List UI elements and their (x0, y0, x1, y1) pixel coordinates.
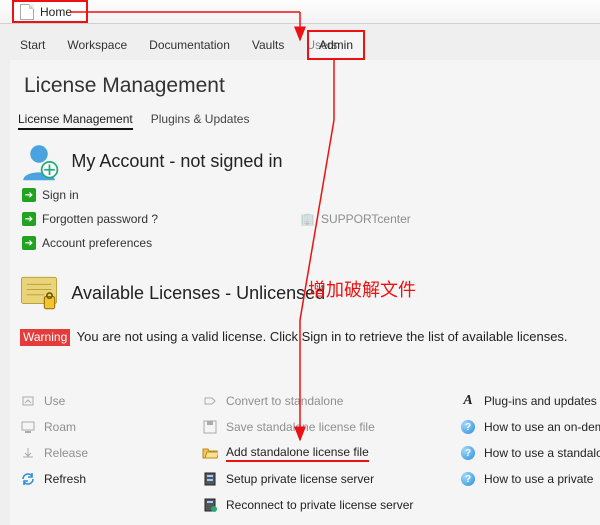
actions-column-right: A Plug-ins and updates ? How to use an o… (460, 392, 600, 488)
convert-standalone-action: Convert to standalone (202, 392, 452, 410)
annotation-text: 增加破解文件 (308, 276, 416, 302)
help-private-label: How to use a private (484, 472, 593, 486)
actions-column-left: Use Roam Release Refresh (20, 392, 195, 488)
reconnect-private-server-action[interactable]: Reconnect to private license server (202, 496, 452, 514)
account-title: My Account - not signed in (71, 151, 282, 172)
server-icon (202, 471, 218, 487)
support-center-label: SUPPORTcenter (321, 212, 411, 226)
help-standalone-label: How to use a standalo (484, 446, 600, 460)
building-icon: 🏢 (300, 212, 315, 226)
help-icon: ? (460, 445, 476, 461)
server-reconnect-icon (202, 497, 218, 513)
main-nav: Start Workspace Documentation Vaults Use… (20, 38, 338, 52)
refresh-action[interactable]: Refresh (20, 470, 195, 488)
content-area: License Management License Management Pl… (10, 60, 600, 525)
sign-in-label: Sign in (42, 188, 79, 202)
convert-icon (202, 393, 218, 409)
plugins-updates-label: Plug-ins and updates (484, 394, 597, 408)
help-ondemand-action[interactable]: ? How to use an on-dem (460, 418, 600, 436)
roam-action: Roam (20, 418, 195, 436)
actions-column-middle: Convert to standalone Save standalone li… (202, 392, 452, 514)
folder-open-icon (202, 445, 218, 461)
use-action: Use (20, 392, 195, 410)
add-standalone-action[interactable]: Add standalone license file (202, 444, 452, 462)
warning-badge: Warning (20, 329, 70, 346)
license-warning-text: You are not using a valid license. Click… (77, 329, 568, 344)
plugins-icon: A (460, 393, 476, 409)
nav-start[interactable]: Start (20, 38, 45, 52)
save-standalone-label: Save standalone license file (226, 420, 375, 434)
tab-home-label: Home (40, 5, 72, 19)
use-label: Use (44, 394, 65, 408)
nav-workspace[interactable]: Workspace (67, 38, 127, 52)
setup-private-server-label: Setup private license server (226, 472, 374, 486)
sign-in-link[interactable]: ➔ Sign in (22, 188, 79, 202)
certificate-icon (18, 272, 60, 314)
release-icon (20, 445, 36, 461)
forgotten-password-label: Forgotten password ? (42, 212, 158, 226)
user-icon (18, 140, 60, 182)
disk-icon (202, 419, 218, 435)
roam-label: Roam (44, 420, 76, 434)
help-standalone-action[interactable]: ? How to use a standalo (460, 444, 600, 462)
help-private-action[interactable]: ? How to use a private (460, 470, 600, 488)
account-preferences-link[interactable]: ➔ Account preferences (22, 236, 152, 250)
save-standalone-action: Save standalone license file (202, 418, 452, 436)
add-standalone-label: Add standalone license file (226, 445, 369, 462)
arrow-right-icon: ➔ (22, 188, 36, 202)
nav-documentation[interactable]: Documentation (149, 38, 230, 52)
nav-vaults[interactable]: Vaults (252, 38, 284, 52)
release-label: Release (44, 446, 88, 460)
help-ondemand-label: How to use an on-dem (484, 420, 600, 434)
account-section: My Account - not signed in (18, 140, 282, 182)
convert-standalone-label: Convert to standalone (226, 394, 343, 408)
arrow-right-icon: ➔ (22, 212, 36, 226)
reconnect-private-server-label: Reconnect to private license server (226, 498, 413, 512)
roam-icon (20, 419, 36, 435)
plugins-updates-action[interactable]: A Plug-ins and updates (460, 392, 600, 410)
setup-private-server-action[interactable]: Setup private license server (202, 470, 452, 488)
help-icon: ? (460, 471, 476, 487)
support-center-link[interactable]: 🏢 SUPPORTcenter (300, 212, 411, 226)
page-icon (20, 4, 34, 20)
licenses-title: Available Licenses - Unlicensed (71, 283, 325, 304)
release-action: Release (20, 444, 195, 462)
licenses-section: Available Licenses - Unlicensed (18, 272, 325, 314)
account-preferences-label: Account preferences (42, 236, 152, 250)
use-icon (20, 393, 36, 409)
refresh-label: Refresh (44, 472, 86, 486)
subtab-plugins-updates[interactable]: Plugins & Updates (151, 112, 250, 130)
subtabs: License Management Plugins & Updates (18, 112, 249, 130)
forgotten-password-link[interactable]: ➔ Forgotten password ? (22, 212, 158, 226)
nav-admin[interactable]: Admin (307, 30, 365, 60)
tab-home[interactable]: Home (12, 0, 88, 23)
arrow-right-icon: ➔ (22, 236, 36, 250)
nav-admin-label: Admin (319, 38, 353, 52)
title-bar: Home (0, 0, 600, 24)
page-title: License Management (24, 74, 225, 98)
subtab-license-management[interactable]: License Management (18, 112, 133, 130)
refresh-icon (20, 471, 36, 487)
license-warning: Warning You are not using a valid licens… (20, 328, 594, 347)
help-icon: ? (460, 419, 476, 435)
